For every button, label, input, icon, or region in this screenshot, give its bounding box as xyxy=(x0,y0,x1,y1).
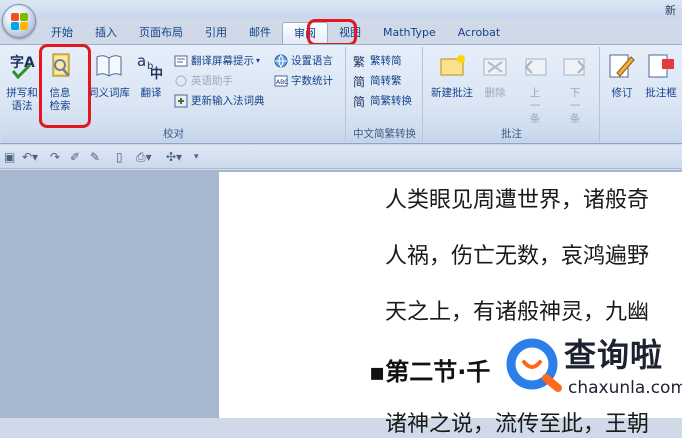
word-count-label: 字数统计 xyxy=(291,75,333,87)
track-changes-button[interactable]: 修订 xyxy=(605,51,639,100)
prev-comment-icon xyxy=(524,58,547,76)
format-painter-icon[interactable]: ✐ xyxy=(70,149,80,165)
translate-icon: a b 中 xyxy=(137,52,163,82)
research-highlight-box xyxy=(39,44,91,128)
prev-comment-label: 上一条 xyxy=(529,87,541,125)
track-changes-icon xyxy=(609,54,635,78)
spelling-grammar-button[interactable]: 字A 拼写和语法 xyxy=(4,51,40,113)
spelling-icon: 字A xyxy=(10,54,35,80)
print-icon[interactable]: ⎙▾ xyxy=(136,149,152,165)
group-proofing-label: 校对 xyxy=(2,127,345,142)
svg-text:简: 简 xyxy=(353,95,365,108)
svg-text:a: a xyxy=(137,52,146,70)
translate-tip-button[interactable]: 翻译屏幕提示 ▾ xyxy=(174,53,260,69)
office-logo-icon xyxy=(11,13,28,30)
svg-text:字A: 字A xyxy=(10,54,35,71)
watermark-logo-icon xyxy=(506,338,562,392)
group-chinese-conversion: 繁 繁转简 简 简转繁 简 简繁转换 中文简繁转换 xyxy=(347,47,423,142)
tab-references[interactable]: 引用 xyxy=(194,22,238,44)
ribbon: 字A 拼写和语法 信息检索 同义词库 a b 中 翻译 翻译屏幕提示 ▾ 英语助… xyxy=(0,44,682,144)
to-simplified-icon: 繁 xyxy=(353,54,365,68)
set-language-label: 设置语言 xyxy=(291,55,333,67)
translate-button[interactable]: a b 中 翻译 xyxy=(134,51,168,100)
balloons-icon xyxy=(648,54,674,78)
tools-icon[interactable]: ✣▾ xyxy=(166,149,182,165)
delete-comment-button[interactable]: 删除 xyxy=(480,51,510,100)
svg-text:简: 简 xyxy=(353,75,365,88)
globe-icon xyxy=(274,54,288,68)
new-comment-button[interactable]: 新建批注 xyxy=(428,51,476,100)
update-ime-label: 更新输入法词典 xyxy=(191,95,265,107)
watermark-url: chaxunla.com xyxy=(568,378,682,398)
svg-text:中: 中 xyxy=(150,66,163,81)
tab-page-layout[interactable]: 页面布局 xyxy=(128,22,194,44)
translate-tip-icon xyxy=(174,55,188,67)
group-comments-label: 批注 xyxy=(424,127,599,142)
watermark: 查询啦 chaxunla.com xyxy=(506,328,682,418)
document-line-3: 天之上，有诸般神灵，九幽 xyxy=(385,294,649,326)
new-comment-label: 新建批注 xyxy=(431,87,473,99)
tab-acrobat[interactable]: Acrobat xyxy=(447,22,511,44)
group-tracking: 修订 批注框 xyxy=(601,47,682,142)
window-title: 新 xyxy=(665,4,676,17)
to-simplified-button[interactable]: 繁 繁转简 xyxy=(353,53,402,69)
save-icon[interactable]: ▣ xyxy=(4,149,15,165)
document-line-1: 人类眼见周遭世界，诸般奇 xyxy=(385,188,650,213)
thesaurus-button[interactable]: 同义词库 xyxy=(86,51,132,100)
thesaurus-label: 同义词库 xyxy=(88,87,130,99)
word-count-icon: ABC xyxy=(274,75,288,87)
customize-qat-icon[interactable]: ▾ xyxy=(194,149,199,165)
word-count-button[interactable]: ABC 字数统计 xyxy=(274,73,333,89)
track-changes-label: 修订 xyxy=(611,87,633,99)
english-assistant-button[interactable]: 英语助手 xyxy=(174,73,233,89)
tab-insert[interactable]: 插入 xyxy=(84,22,128,44)
spelling-label: 拼写和语法 xyxy=(6,87,38,112)
tab-mailings[interactable]: 邮件 xyxy=(238,22,282,44)
office-button[interactable] xyxy=(2,4,36,38)
prev-comment-button[interactable]: 上一条 xyxy=(520,51,550,126)
document-line-2: 人祸，伤亡无数，哀鸿遍野 xyxy=(385,244,650,269)
balloons-button[interactable]: 批注框 xyxy=(641,51,681,100)
convert-label: 简繁转换 xyxy=(370,95,412,107)
document-line-3-text: 天之上，有诸般神灵，九幽 xyxy=(385,300,650,325)
set-language-button[interactable]: 设置语言 xyxy=(274,53,333,69)
group-comments: 新建批注 删除 上一条 下一条 批注 xyxy=(424,47,600,142)
convert-button[interactable]: 简 简繁转换 xyxy=(353,93,412,109)
tab-home[interactable]: 开始 xyxy=(40,22,84,44)
ribbon-tabs: 开始 插入 页面布局 引用 邮件 审阅 视图 MathType Acrobat xyxy=(40,22,511,44)
update-ime-icon xyxy=(174,94,188,108)
undo-icon[interactable]: ↶▾ xyxy=(22,149,38,165)
redo-icon[interactable]: ↷ xyxy=(50,149,60,165)
quick-access-toolbar: ▣ ↶▾ ↷ ✐ ✎ ▯ ⎙▾ ✣▾ ▾ xyxy=(0,145,682,169)
balloons-label: 批注框 xyxy=(645,87,677,99)
dropdown-arrow-icon: ▾ xyxy=(256,56,261,65)
section-heading: ▪第二节·千 xyxy=(369,358,491,386)
new-doc-icon[interactable]: ▯ xyxy=(116,149,123,165)
tab-highlight-box xyxy=(307,19,357,46)
translate-tip-label: 翻译屏幕提示 xyxy=(191,55,254,67)
svg-text:ABC: ABC xyxy=(276,79,288,86)
next-comment-button[interactable]: 下一条 xyxy=(560,51,590,126)
new-comment-icon xyxy=(440,55,465,76)
next-comment-label: 下一条 xyxy=(569,87,581,125)
svg-text:繁: 繁 xyxy=(353,54,365,68)
title-bar: 新 xyxy=(0,0,682,18)
delete-comment-label: 删除 xyxy=(484,87,506,99)
update-ime-button[interactable]: 更新输入法词典 xyxy=(174,93,265,109)
thesaurus-book-icon xyxy=(96,55,122,77)
convert-icon: 简 xyxy=(353,95,365,108)
edit-icon[interactable]: ✎ xyxy=(90,149,100,165)
to-traditional-label: 简转繁 xyxy=(370,75,402,87)
translate-label: 翻译 xyxy=(140,87,162,99)
english-assistant-label: 英语助手 xyxy=(191,75,233,87)
to-traditional-icon: 简 xyxy=(353,75,365,88)
to-traditional-button[interactable]: 简 简转繁 xyxy=(353,73,402,89)
tab-mathtype[interactable]: MathType xyxy=(372,22,447,44)
watermark-title: 查询啦 xyxy=(564,336,664,374)
group-chinese-label: 中文简繁转换 xyxy=(347,127,422,142)
delete-comment-icon xyxy=(483,58,507,76)
to-simplified-label: 繁转简 xyxy=(370,55,402,67)
english-assistant-icon xyxy=(175,75,187,87)
next-comment-icon xyxy=(563,58,586,76)
